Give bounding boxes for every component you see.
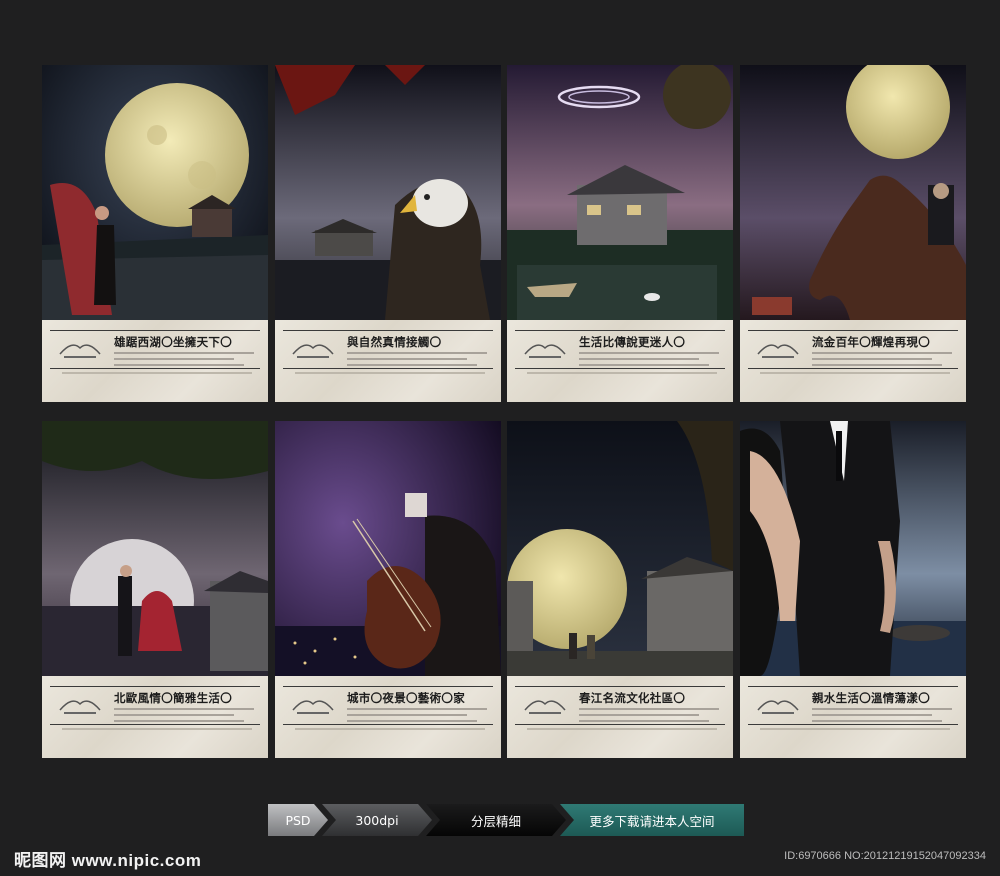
landmark-logo [58, 692, 102, 718]
tag-layers: 分层精细 [426, 804, 566, 836]
poster-slogan: 生活比傳說更迷人〇 [579, 335, 686, 349]
poster-image-villa-lake [507, 65, 733, 320]
caption-panel: 雄踞西湖〇坐擁天下〇 [42, 320, 268, 402]
landmark-logo [756, 692, 800, 718]
caption-panel: 北歐風情〇簡雅生活〇 [42, 676, 268, 758]
caption-panel: 城市〇夜景〇藝術〇家 [275, 676, 501, 758]
poster-image-moon-street [507, 421, 733, 676]
poster-slogan: 春江名流文化社區〇 [579, 691, 686, 705]
landmark-logo [523, 336, 567, 362]
poster-image-eagle [275, 65, 501, 320]
caption-panel: 生活比傳說更迷人〇 [507, 320, 733, 402]
image-id-line: ID:6970666 NO:20121219152047092334 [784, 850, 986, 862]
landmark-logo [291, 692, 335, 718]
poster-image-horse-moon [740, 65, 966, 320]
caption-panel: 與自然真情接觸〇 [275, 320, 501, 402]
landmark-logo [291, 336, 335, 362]
site-watermark: 昵图网 www.nipic.com [14, 851, 202, 870]
tag-resolution: 300dpi [322, 804, 432, 836]
poster-slogan: 城市〇夜景〇藝術〇家 [347, 691, 465, 705]
landmark-logo [523, 692, 567, 718]
poster-image-moon-dancer [42, 65, 268, 320]
poster-slogan: 雄踞西湖〇坐擁天下〇 [114, 335, 232, 349]
caption-panel: 春江名流文化社區〇 [507, 676, 733, 758]
landmark-logo [58, 336, 102, 362]
poster-image-cellist-city [275, 421, 501, 676]
caption-panel: 親水生活〇溫情蕩漾〇 [740, 676, 966, 758]
poster-image-couple-waterfront [740, 421, 966, 676]
caption-panel: 流金百年〇輝煌再現〇 [740, 320, 966, 402]
poster-image-dancers-pier [42, 421, 268, 676]
tag-psd: PSD [268, 804, 328, 836]
poster-slogan: 親水生活〇溫情蕩漾〇 [812, 691, 930, 705]
poster-slogan: 流金百年〇輝煌再現〇 [812, 335, 930, 349]
tag-more-downloads[interactable]: 更多下载请进本人空间 [560, 804, 744, 836]
landmark-logo [756, 336, 800, 362]
poster-slogan: 與自然真情接觸〇 [347, 335, 442, 349]
feature-tag-bar: PSD 300dpi 分层精细 更多下载请进本人空间 [268, 804, 744, 836]
poster-slogan: 北歐風情〇簡雅生活〇 [114, 691, 232, 705]
